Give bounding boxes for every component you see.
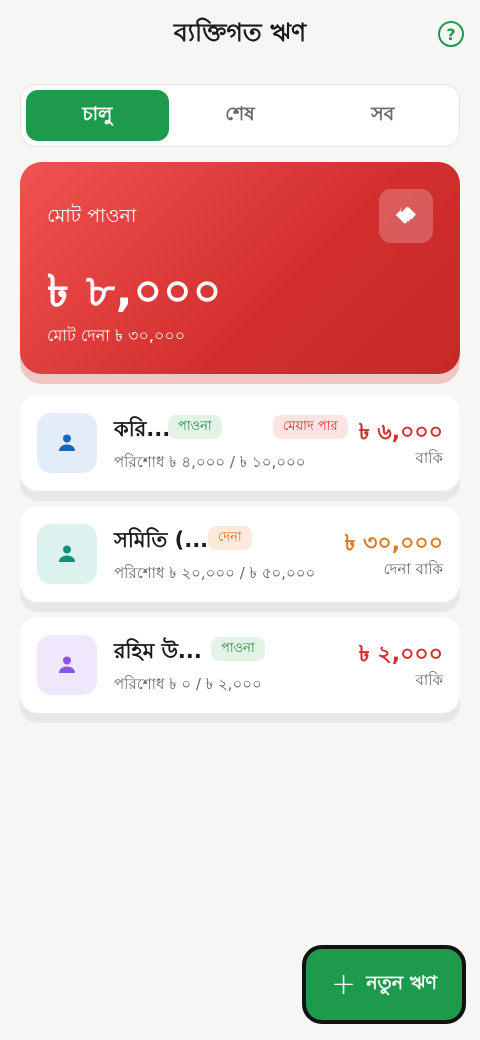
loan-name: সমিতি (... xyxy=(114,528,209,552)
total-payable-text: মোট দেনা ৳ ৩০,০০০ xyxy=(47,326,186,345)
person-icon xyxy=(37,524,97,584)
tab-all[interactable]: সব xyxy=(311,90,454,141)
loan-type-badge: পাওনা xyxy=(168,415,222,439)
loan-status: বাকি xyxy=(415,671,443,689)
loan-status: দেনা বাকি xyxy=(383,560,443,578)
overdue-badge: মেয়াদ পার xyxy=(273,415,348,439)
loan-progress: পরিশোধ ৳ ০ / ৳ ২,০০০ xyxy=(114,675,262,693)
summary-card: মোট পাওনা ৳ ৮,০০০ মোট দেনা ৳ ৩০,০০০ xyxy=(20,162,460,374)
handshake-icon xyxy=(379,189,433,243)
loan-progress: পরিশোধ ৳ ২০,০০০ / ৳ ৫০,০০০ xyxy=(114,564,316,582)
summary-label: মোট পাওনা xyxy=(47,205,137,227)
loan-name: রহিম উ... xyxy=(114,639,202,663)
app-header: ব্যক্তিগত ঋণ ? xyxy=(0,0,480,68)
plus-icon: + xyxy=(331,966,357,1002)
loan-status: বাকি xyxy=(415,449,443,467)
total-receivable-amount: ৳ ৮,০০০ xyxy=(47,266,223,317)
loan-progress: পরিশোধ ৳ ৪,০০০ / ৳ ১০,০০০ xyxy=(114,453,306,471)
new-loan-label: নতুন ঋণ xyxy=(366,971,437,994)
new-loan-button[interactable]: + নতুন ঋণ xyxy=(302,945,466,1024)
page-title: ব্যক্তিগত ঋণ xyxy=(173,17,307,47)
loan-type-badge: দেনা xyxy=(208,526,252,550)
loan-name: করি... xyxy=(114,417,171,441)
loan-card[interactable]: রহিম উ... পাওনা পরিশোধ ৳ ০ / ৳ ২,০০০ ৳ ২… xyxy=(20,617,460,713)
tab-active[interactable]: চালু xyxy=(26,90,169,141)
status-tabs: চালু শেষ সব xyxy=(20,84,460,147)
loan-card[interactable]: সমিতি (... দেনা পরিশোধ ৳ ২০,০০০ / ৳ ৫০,০… xyxy=(20,506,460,602)
loan-type-badge: পাওনা xyxy=(211,637,265,661)
tab-completed[interactable]: শেষ xyxy=(169,90,312,141)
person-icon xyxy=(37,413,97,473)
person-icon xyxy=(37,635,97,695)
help-icon[interactable]: ? xyxy=(438,21,464,47)
loan-card[interactable]: করি... পাওনা মেয়াদ পার পরিশোধ ৳ ৪,০০০ /… xyxy=(20,395,460,491)
